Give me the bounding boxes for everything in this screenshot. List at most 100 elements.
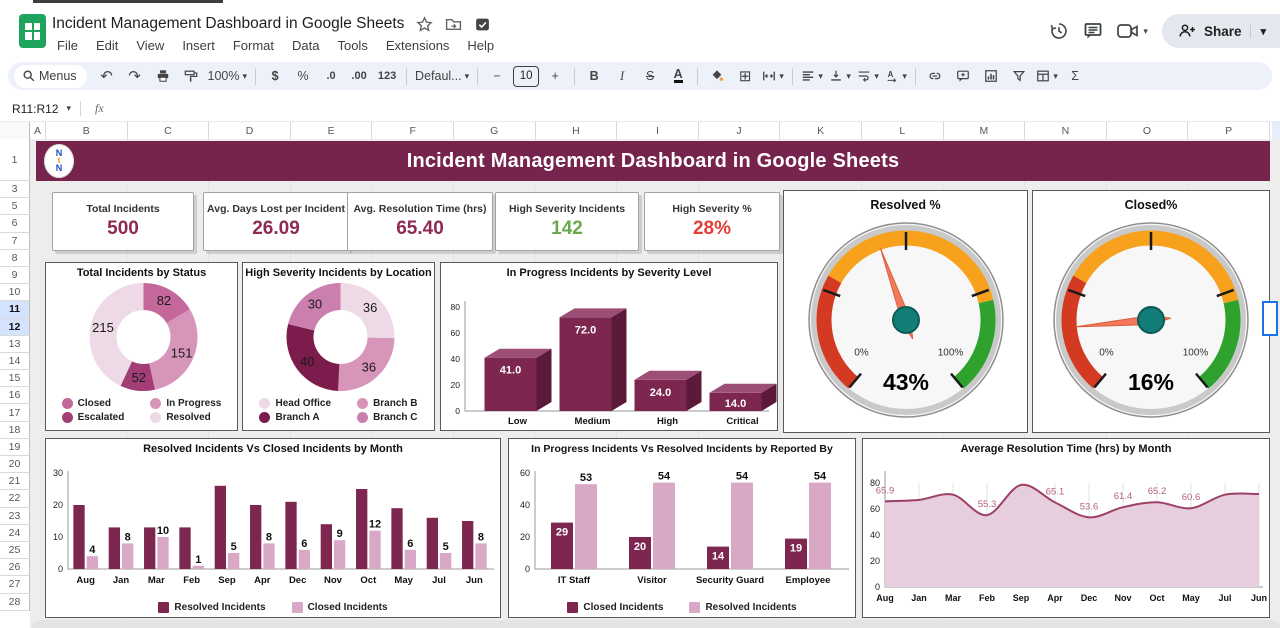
row-header-13[interactable]: 13 (0, 336, 30, 353)
column-header-O[interactable]: O (1107, 122, 1189, 139)
move-folder-icon[interactable] (445, 16, 462, 33)
column-header-I[interactable]: I (617, 122, 699, 139)
menu-file[interactable]: File (50, 36, 85, 55)
row-header-12[interactable]: 12 (0, 319, 30, 336)
meet-dropdown-caret[interactable]: ▾ (1143, 26, 1148, 37)
column-header-N[interactable]: N (1025, 122, 1107, 139)
row-header-19[interactable]: 19 (0, 439, 30, 456)
decrease-decimal-button[interactable]: .0 (317, 65, 345, 87)
column-header-F[interactable]: F (372, 122, 454, 139)
column-header-B[interactable]: B (46, 122, 128, 139)
more-formats-button[interactable]: 123 (373, 65, 401, 87)
column-header-E[interactable]: E (291, 122, 373, 139)
redo-button[interactable]: ↷ (121, 65, 149, 87)
sheets-logo-icon[interactable] (19, 14, 46, 48)
paint-format-button[interactable] (177, 65, 205, 87)
strikethrough-button[interactable]: S (636, 65, 664, 87)
row-header-20[interactable]: 20 (0, 456, 30, 473)
comments-icon[interactable] (1083, 21, 1103, 41)
select-all-corner[interactable] (0, 122, 30, 139)
column-header-D[interactable]: D (209, 122, 291, 139)
column-header-K[interactable]: K (780, 122, 862, 139)
column-header-L[interactable]: L (862, 122, 944, 139)
undo-button[interactable]: ↶ (93, 65, 121, 87)
text-rotation-button[interactable]: A▾ (882, 65, 910, 87)
horizontal-align-button[interactable]: ▾ (798, 65, 826, 87)
font-size-decrease-button[interactable]: − (483, 65, 511, 87)
menus-search-button[interactable]: Menus (14, 65, 87, 88)
row-header-15[interactable]: 15 (0, 370, 30, 387)
spreadsheet-canvas[interactable]: NtN Incident Management Dashboard in Goo… (30, 139, 1280, 628)
row-header-28[interactable]: 28 (0, 594, 30, 611)
menu-data[interactable]: Data (285, 36, 326, 55)
insert-link-button[interactable] (921, 65, 949, 87)
menu-help[interactable]: Help (460, 36, 501, 55)
font-select[interactable]: Defaul...▾ (412, 65, 472, 87)
row-header-3[interactable]: 3 (0, 181, 30, 198)
column-header-H[interactable]: H (536, 122, 618, 139)
row-header-18[interactable]: 18 (0, 422, 30, 439)
row-header-14[interactable]: 14 (0, 353, 30, 370)
row-header-26[interactable]: 26 (0, 559, 30, 576)
borders-button[interactable]: ⊞ (731, 65, 759, 87)
format-percent-button[interactable]: % (289, 65, 317, 87)
column-header-A[interactable]: A (30, 122, 46, 139)
column-header-P[interactable]: P (1188, 122, 1270, 139)
column-header-G[interactable]: G (454, 122, 536, 139)
bold-button[interactable]: B (580, 65, 608, 87)
insert-comment-button[interactable] (949, 65, 977, 87)
row-header-23[interactable]: 23 (0, 508, 30, 525)
star-icon[interactable] (416, 16, 433, 33)
font-size-input[interactable]: 10 (513, 66, 539, 87)
row-header-25[interactable]: 25 (0, 542, 30, 559)
menu-edit[interactable]: Edit (89, 36, 125, 55)
row-header-24[interactable]: 24 (0, 525, 30, 542)
chart-panel-reporter-bars[interactable]: In Progress Incidents Vs Resolved Incide… (508, 438, 856, 618)
column-header-C[interactable]: C (128, 122, 210, 139)
zoom-select[interactable]: 100%▾ (205, 65, 251, 87)
insert-chart-button[interactable] (977, 65, 1005, 87)
row-header-9[interactable]: 9 (0, 267, 30, 284)
row-header-27[interactable]: 27 (0, 576, 30, 593)
italic-button[interactable]: I (608, 65, 636, 87)
name-box[interactable]: R11:R12▾ (0, 102, 70, 116)
row-header-6[interactable]: 6 (0, 215, 30, 232)
row-header-5[interactable]: 5 (0, 198, 30, 215)
vertical-align-button[interactable]: ▾ (826, 65, 854, 87)
gauge-panel-closed[interactable]: Closed% 0%100%16% (1032, 190, 1270, 433)
chart-panel-resolution-area[interactable]: Average Resolution Time (hrs) by Month 0… (862, 438, 1270, 618)
chart-panel-status-donut[interactable]: Total Incidents by Status 8215152215 Clo… (45, 262, 238, 431)
create-filter-button[interactable] (1005, 65, 1033, 87)
chart-panel-location-donut[interactable]: High Severity Incidents by Location 3636… (242, 262, 435, 431)
fill-color-button[interactable] (703, 65, 731, 87)
row-header-16[interactable]: 16 (0, 387, 30, 404)
menu-extensions[interactable]: Extensions (379, 36, 457, 55)
menu-format[interactable]: Format (226, 36, 281, 55)
format-currency-button[interactable]: $ (261, 65, 289, 87)
row-header-21[interactable]: 21 (0, 473, 30, 490)
functions-button[interactable]: Σ (1061, 65, 1089, 87)
document-title[interactable]: Incident Management Dashboard in Google … (52, 15, 404, 33)
meet-camera-icon[interactable] (1117, 22, 1139, 40)
text-color-button[interactable]: A (674, 69, 683, 83)
font-size-increase-button[interactable]: + (541, 65, 569, 87)
print-button[interactable] (149, 65, 177, 87)
version-history-icon[interactable] (1049, 21, 1069, 41)
menu-tools[interactable]: Tools (330, 36, 374, 55)
row-header-11[interactable]: 11 (0, 301, 30, 318)
merge-cells-button[interactable]: ▾ (759, 65, 787, 87)
menu-view[interactable]: View (129, 36, 171, 55)
table-views-button[interactable]: ▾ (1033, 65, 1061, 87)
share-dropdown-caret[interactable]: ▾ (1250, 25, 1266, 38)
row-header-17[interactable]: 17 (0, 404, 30, 421)
menu-insert[interactable]: Insert (175, 36, 222, 55)
column-header-M[interactable]: M (944, 122, 1026, 139)
row-header-7[interactable]: 7 (0, 233, 30, 250)
chart-panel-severity-bars[interactable]: In Progress Incidents by Severity Level … (440, 262, 778, 431)
selection-range-indicator[interactable] (1262, 301, 1278, 336)
increase-decimal-button[interactable]: .00 (345, 65, 373, 87)
row-header-22[interactable]: 22 (0, 490, 30, 507)
gauge-panel-resolved[interactable]: Resolved % 0%100%43% (783, 190, 1028, 433)
row-header-8[interactable]: 8 (0, 250, 30, 267)
text-wrap-button[interactable]: ▾ (854, 65, 882, 87)
